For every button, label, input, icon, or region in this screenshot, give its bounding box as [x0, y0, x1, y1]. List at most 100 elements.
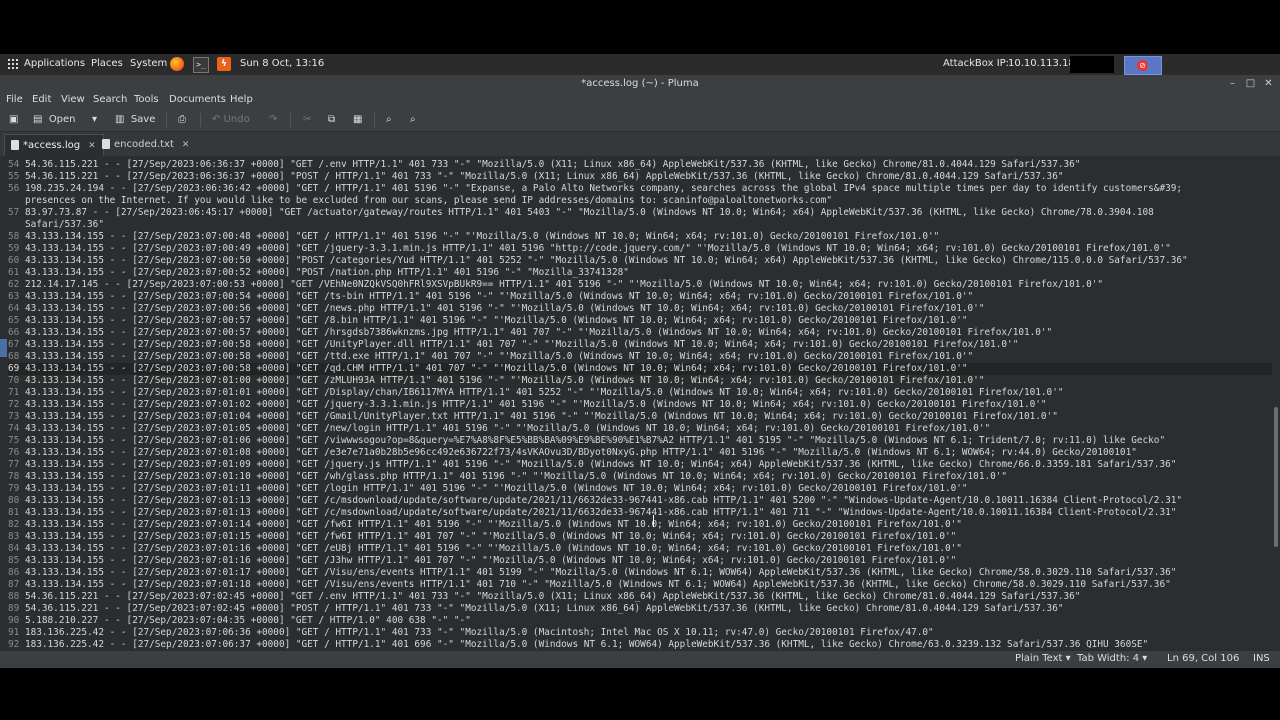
line-text: 43.133.134.155 - - [27/Sep/2023:07:00:58…	[24, 363, 968, 374]
tab-close-icon[interactable]: ✕	[182, 135, 190, 156]
menu-file[interactable]: File	[6, 94, 23, 105]
tab-access-log[interactable]: *access.log ✕	[4, 134, 104, 156]
line-number: 57	[8, 207, 20, 218]
line-text: 43.133.134.155 - - [27/Sep/2023:07:01:05…	[24, 423, 991, 434]
line-text: 43.133.134.155 - - [27/Sep/2023:07:01:11…	[24, 483, 968, 494]
menu-tools[interactable]: Tools	[134, 94, 159, 105]
log-line: 65 43.133.134.155 - - [27/Sep/2023:07:00…	[8, 315, 968, 327]
log-line: 66 43.133.134.155 - - [27/Sep/2023:07:00…	[8, 327, 1052, 339]
toolbar-separator	[290, 113, 291, 127]
line-text: 43.133.134.155 - - [27/Sep/2023:07:00:56…	[24, 303, 985, 314]
line-text: 198.235.24.194 - - [27/Sep/2023:06:36:42…	[24, 183, 1183, 194]
log-line: 63 43.133.134.155 - - [27/Sep/2023:07:00…	[8, 291, 973, 303]
menu-documents[interactable]: Documents	[169, 94, 226, 105]
log-line: 74 43.133.134.155 - - [27/Sep/2023:07:01…	[8, 423, 990, 435]
syntax-dropdown[interactable]: Plain Text ▾	[1015, 653, 1071, 664]
log-line: 77 43.133.134.155 - - [27/Sep/2023:07:01…	[8, 459, 1176, 471]
line-number: 72	[8, 399, 20, 410]
search-icon[interactable]: ⌕	[386, 112, 392, 128]
log-line: 80 43.133.134.155 - - [27/Sep/2023:07:01…	[8, 495, 1182, 507]
window-title: *access.log (~) - Pluma	[581, 78, 699, 89]
burpsuite-icon[interactable]: ϟ	[217, 57, 231, 71]
log-line: 88 54.36.115.221 - - [27/Sep/2023:07:02:…	[8, 591, 1080, 603]
log-line: 70 43.133.134.155 - - [27/Sep/2023:07:01…	[8, 375, 984, 387]
line-number: 85	[8, 555, 20, 566]
line-number: 88	[8, 591, 20, 602]
scrollbar-thumb[interactable]	[1274, 407, 1278, 547]
log-line: 89 54.36.115.221 - - [27/Sep/2023:07:02:…	[8, 603, 1064, 615]
log-line: 71 43.133.134.155 - - [27/Sep/2023:07:01…	[8, 387, 1064, 399]
menu-help[interactable]: Help	[230, 94, 253, 105]
vertical-scrollbar[interactable]	[1272, 157, 1280, 650]
search-replace-icon[interactable]: ⌕	[410, 112, 416, 128]
line-number: 74	[8, 423, 20, 434]
cut-icon[interactable]: ✂	[303, 112, 311, 128]
line-number: 77	[8, 459, 20, 470]
line-number	[8, 195, 19, 206]
line-text: 43.133.134.155 - - [27/Sep/2023:07:00:52…	[24, 267, 629, 278]
redo-icon[interactable]: ↷	[269, 112, 277, 128]
toolbar-separator	[200, 113, 201, 127]
save-icon: ▥	[115, 114, 125, 125]
line-number	[8, 219, 19, 230]
open-button[interactable]: ▤ Open	[33, 112, 76, 128]
log-line: 85 43.133.134.155 - - [27/Sep/2023:07:01…	[8, 555, 956, 567]
log-line: 92 183.136.225.42 - - [27/Sep/2023:07:06…	[8, 639, 1148, 650]
menu-search[interactable]: Search	[93, 94, 127, 105]
places-menu[interactable]: Places	[91, 58, 123, 69]
line-text: 43.133.134.155 - - [27/Sep/2023:07:00:54…	[24, 291, 974, 302]
open-recent-dropdown-icon[interactable]: ▾	[92, 112, 97, 128]
log-line: 87 43.133.134.155 - - [27/Sep/2023:07:01…	[8, 579, 1171, 591]
log-line: 60 43.133.134.155 - - [27/Sep/2023:07:00…	[8, 255, 1188, 267]
applications-menu[interactable]: Applications	[24, 58, 85, 69]
terminal-icon[interactable]: >_	[193, 57, 209, 73]
line-number: 68	[8, 351, 20, 362]
log-line: 69 43.133.134.155 - - [27/Sep/2023:07:00…	[8, 363, 1272, 375]
applications-grid-icon[interactable]	[8, 59, 18, 69]
log-line: 84 43.133.134.155 - - [27/Sep/2023:07:01…	[8, 543, 962, 555]
log-line: 86 43.133.134.155 - - [27/Sep/2023:07:01…	[8, 567, 1176, 579]
save-button[interactable]: ▥ Save	[115, 112, 155, 128]
line-number: 81	[8, 507, 20, 518]
line-text: 43.133.134.155 - - [27/Sep/2023:07:00:48…	[24, 231, 940, 242]
menu-view[interactable]: View	[61, 94, 85, 105]
line-number: 70	[8, 375, 20, 386]
line-number: 67	[8, 339, 20, 350]
firefox-icon[interactable]	[170, 57, 184, 71]
open-label: Open	[48, 114, 76, 125]
log-line: 73 43.133.134.155 - - [27/Sep/2023:07:01…	[8, 411, 1058, 423]
line-text: 43.133.134.155 - - [27/Sep/2023:07:00:58…	[24, 351, 974, 362]
log-line: 61 43.133.134.155 - - [27/Sep/2023:07:00…	[8, 267, 629, 279]
log-line: presences on the Internet. If you would …	[8, 195, 832, 207]
line-text: 43.133.134.155 - - [27/Sep/2023:07:01:04…	[24, 411, 1058, 422]
line-text: 43.133.134.155 - - [27/Sep/2023:07:01:06…	[24, 435, 1166, 446]
print-icon[interactable]: ⎙	[178, 112, 186, 128]
attackbox-ip-label: AttackBox IP:	[943, 58, 1010, 69]
line-text: 54.36.115.221 - - [27/Sep/2023:06:36:37 …	[24, 159, 1081, 170]
tab-close-icon[interactable]: ✕	[88, 136, 96, 157]
copy-icon[interactable]: ⧉	[328, 112, 335, 128]
minimize-icon[interactable]: –	[1226, 77, 1239, 90]
menu-edit[interactable]: Edit	[32, 94, 51, 105]
line-text: 43.133.134.155 - - [27/Sep/2023:07:01:17…	[24, 567, 1177, 578]
text-editor[interactable]: 54 54.36.115.221 - - [27/Sep/2023:06:36:…	[0, 157, 1272, 650]
line-number: 79	[8, 483, 20, 494]
window-title-bar: *access.log (~) - Pluma – □ ✕	[0, 75, 1280, 92]
tab-encoded-txt[interactable]: encoded.txt ✕	[102, 134, 192, 155]
log-line: 68 43.133.134.155 - - [27/Sep/2023:07:00…	[8, 351, 973, 363]
paste-icon[interactable]: ▦	[353, 112, 362, 128]
side-panel-handle[interactable]	[0, 339, 7, 357]
terminate-button[interactable]: ⊘	[1124, 56, 1162, 75]
line-number: 54	[8, 159, 20, 170]
clock[interactable]: Sun 8 Oct, 13:16	[240, 58, 324, 69]
document-icon	[102, 139, 110, 149]
line-number: 63	[8, 291, 20, 302]
tab-width-dropdown[interactable]: Tab Width: 4 ▾	[1077, 653, 1147, 664]
close-icon[interactable]: ✕	[1262, 77, 1275, 90]
system-menu[interactable]: System	[130, 58, 167, 69]
new-document-icon[interactable]: ▣	[9, 112, 18, 128]
line-text: 83.97.73.87 - - [27/Sep/2023:06:45:17 +0…	[24, 207, 1154, 218]
undo-button[interactable]: ↶ Undo	[212, 112, 250, 128]
maximize-icon[interactable]: □	[1244, 77, 1257, 90]
line-number: 83	[8, 531, 20, 542]
